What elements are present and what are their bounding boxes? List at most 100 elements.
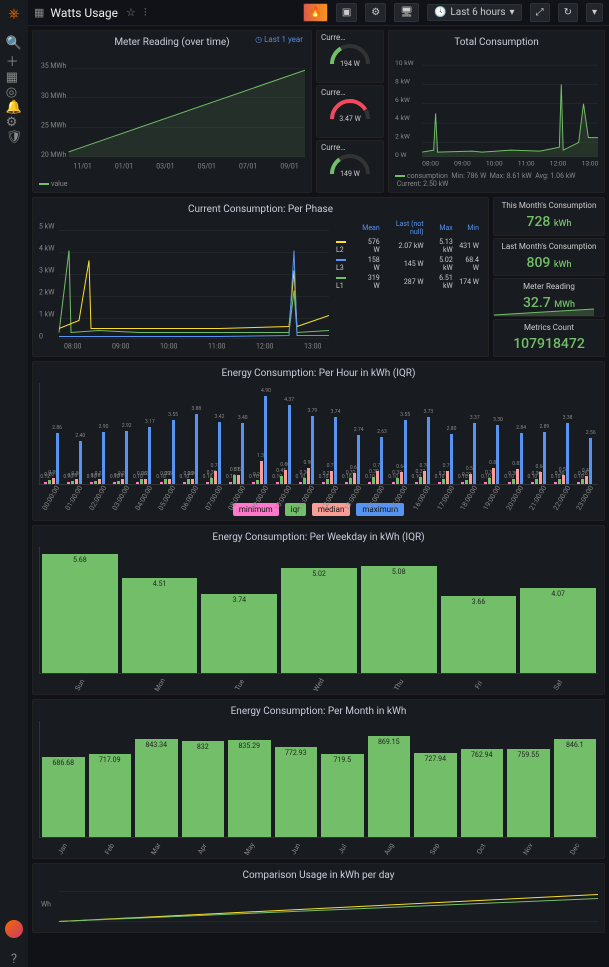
- legend-row[interactable]: L2576 W2.07 kW5.13 kW431 W: [333, 237, 482, 255]
- bar: 3.17: [148, 427, 151, 484]
- svg-text:8 kW: 8 kW: [395, 77, 410, 85]
- share-icon[interactable]: ⫶: [144, 6, 147, 20]
- stat-value: 809 kWh: [527, 255, 572, 271]
- bar-group: 0.100.290.283.5505:00:00: [156, 420, 178, 484]
- dashboard-title: ▦ Watts Usage: [34, 6, 118, 20]
- bar-group: 0.100.270.703.7412:00:00: [318, 417, 340, 484]
- refresh-button[interactable]: ↻: [558, 3, 578, 22]
- svg-text:25 MWh: 25 MWh: [41, 121, 67, 129]
- alert-fire-button[interactable]: 🔥: [303, 3, 327, 22]
- gauge-title: Curre…: [321, 88, 379, 97]
- bar: 0.36: [303, 478, 306, 484]
- help-icon[interactable]: ?: [11, 952, 17, 967]
- panel-hourly[interactable]: Energy Consumption: Per Hour in kWh (IQR…: [32, 361, 605, 521]
- bar: 2.56: [589, 438, 592, 484]
- legend-summary: consumption Min: 786 W Max: 8.61 kW Avg:…: [395, 170, 598, 188]
- weekday-bar: 5.08Thu: [361, 566, 437, 673]
- bar-group: 0.100.510.503.4008:00:00: [226, 423, 248, 484]
- bar: 3.37: [473, 423, 476, 484]
- bar: 0.10: [322, 482, 325, 484]
- bar: 0.27: [442, 479, 445, 484]
- bar: 3.74: [334, 417, 337, 484]
- bar: 0.10: [67, 482, 70, 484]
- bar: 0.10: [461, 482, 464, 484]
- add-panel-button[interactable]: ▣: [336, 3, 357, 22]
- svg-text:08:00: 08:00: [422, 160, 439, 168]
- bar-group: 0.100.370.703.7316:00:00: [411, 417, 433, 484]
- svg-text:4 kW: 4 kW: [39, 245, 55, 253]
- grafana-logo-icon[interactable]: ⎈: [8, 6, 19, 22]
- svg-text:13:00: 13:00: [304, 343, 321, 351]
- bar: 0.90: [307, 468, 310, 484]
- bar: 0.10: [345, 482, 348, 484]
- user-avatar[interactable]: [5, 920, 23, 938]
- svg-text:12:00: 12:00: [256, 343, 273, 351]
- legend-row[interactable]: L3158 W145 W5.02 kW68.4 W: [333, 255, 482, 273]
- legend-row[interactable]: L1319 W287 W6.51 kW174 W: [333, 273, 482, 291]
- bar: 0.74: [376, 471, 379, 484]
- bar: 3.55: [172, 420, 175, 484]
- stat-1[interactable]: Last Month's Consumption809 kWh: [493, 238, 605, 277]
- bar: 0.58: [469, 474, 472, 484]
- stat-value: 107918472: [513, 336, 585, 352]
- settings-button[interactable]: ⚙: [365, 3, 386, 22]
- bar: 0.10: [368, 482, 371, 484]
- nav-item-0[interactable]: 🔍: [6, 36, 23, 51]
- panel-title: Energy Consumption: Per Hour in kWh (IQR…: [39, 366, 598, 383]
- bar: 2.90: [102, 432, 105, 484]
- stat-2[interactable]: Meter Reading32.7 MWh: [493, 278, 605, 317]
- panel-month[interactable]: Energy Consumption: Per Month in kWh 686…: [32, 699, 605, 859]
- panel-per-phase[interactable]: Current Consumption: Per Phase 01 kW2 kW…: [32, 197, 489, 357]
- time-range-picker[interactable]: 🕓 Last 6 hours ▾: [427, 4, 522, 21]
- svg-text:07/01: 07/01: [239, 163, 257, 171]
- nav-item-6[interactable]: 🛡: [6, 130, 23, 145]
- star-icon[interactable]: ☆: [126, 6, 136, 19]
- svg-text:09:00: 09:00: [112, 343, 129, 351]
- svg-text:5 kW: 5 kW: [39, 223, 55, 231]
- panel-comparison[interactable]: Comparison Usage in kWh per day Wh: [32, 863, 605, 933]
- bar: 3.42: [218, 422, 221, 484]
- panel-weekday[interactable]: Energy Consumption: Per Weekday in kWh (…: [32, 525, 605, 695]
- bar: 0.62: [353, 473, 356, 484]
- gauge-2[interactable]: Curre… 149 W: [316, 140, 384, 193]
- gauge-1[interactable]: Curre… 3.47 W: [316, 85, 384, 138]
- panel-title: Energy Consumption: Per Weekday in kWh (…: [39, 530, 598, 547]
- bar-group: 0.100.260.283.1704:00:00: [133, 427, 155, 484]
- svg-text:08:00: 08:00: [64, 343, 81, 351]
- bar-group: 0.100.230.583.3718:00:00: [458, 423, 480, 484]
- stat-3[interactable]: Metrics Count107918472: [493, 319, 605, 358]
- bar: 3.55: [404, 420, 407, 484]
- svg-text:30 MWh: 30 MWh: [41, 92, 67, 100]
- svg-text:10 kW: 10 kW: [395, 59, 414, 67]
- bar: 0.29: [164, 479, 167, 484]
- bar: 0.70: [423, 471, 426, 484]
- bar: 0.74: [214, 471, 217, 484]
- nav-item-5[interactable]: ⚙: [6, 115, 23, 130]
- bar-group: 0.100.180.302.4001:00:00: [63, 441, 85, 484]
- bar: 0.51: [233, 475, 236, 484]
- svg-text:11:00: 11:00: [518, 160, 535, 168]
- bar-group: 0.100.390.742.6314:00:00: [365, 437, 387, 484]
- svg-text:09:00: 09:00: [454, 160, 471, 168]
- nav-item-1[interactable]: ＋: [6, 51, 23, 70]
- zoom-out-button[interactable]: ⤢: [530, 3, 550, 22]
- stat-0[interactable]: This Month's Consumption728 kWh: [493, 197, 605, 236]
- bar: 0.10: [415, 482, 418, 484]
- tv-mode-button[interactable]: 🖥: [394, 3, 419, 22]
- bar: 0.10: [276, 482, 279, 484]
- bar: 0.12: [44, 482, 47, 484]
- bar-group: 0.100.360.903.7911:00:00: [295, 416, 317, 484]
- bar: 0.10: [508, 482, 511, 484]
- month-bar: 727.94Sep: [414, 753, 457, 837]
- bar-group: 0.100.241.304.9009:00:00: [249, 396, 271, 484]
- nav-item-4[interactable]: 🔔: [6, 100, 23, 115]
- legend-table: MeanLast (not null)MaxMin L2576 W2.07 kW…: [333, 219, 482, 291]
- bar: 0.64: [539, 472, 542, 484]
- gauge-0[interactable]: Curre… 194 W: [316, 30, 384, 83]
- gauge-title: Curre…: [321, 33, 379, 42]
- panel-meter-reading[interactable]: Meter Reading (over time) ◷ Last 1 year …: [32, 30, 312, 193]
- nav-item-2[interactable]: ▦: [6, 70, 23, 85]
- refresh-interval-button[interactable]: ▾: [586, 3, 603, 22]
- nav-item-3[interactable]: ◎: [6, 85, 23, 100]
- panel-total-consumption[interactable]: Total Consumption 0 W2 kW4 kW6 kW8 kW10 …: [388, 30, 605, 193]
